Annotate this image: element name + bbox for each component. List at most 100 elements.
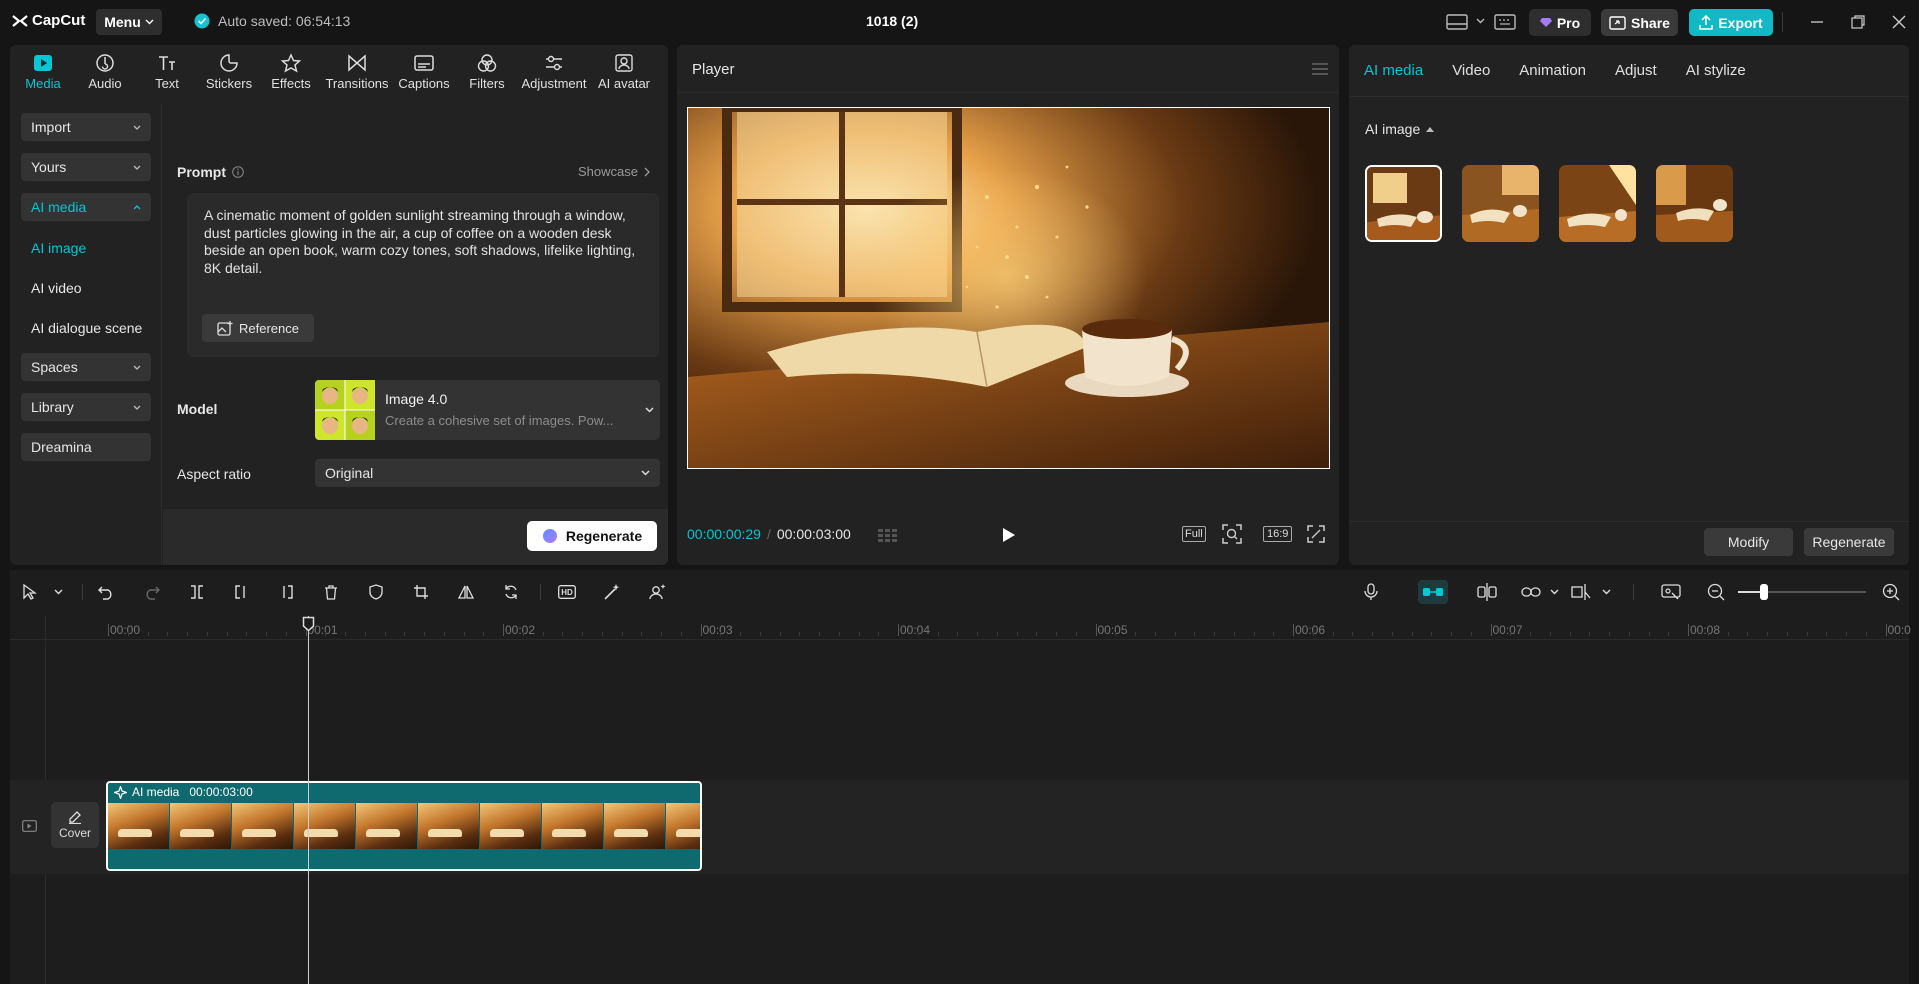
tab-media[interactable]: Media [12, 45, 74, 97]
preview-axis-icon[interactable] [1571, 582, 1591, 602]
regenerate-properties-button[interactable]: Regenerate [1804, 528, 1894, 556]
restore-icon[interactable] [1851, 15, 1865, 29]
sidebar-item-library[interactable]: Library [21, 393, 151, 421]
tab-ai-stylize[interactable]: AI stylize [1686, 62, 1746, 79]
modify-button[interactable]: Modify [1704, 528, 1793, 556]
tab-text[interactable]: Text [136, 45, 198, 97]
magic-wand-icon[interactable] [602, 582, 622, 602]
regenerate-button[interactable]: Regenerate [527, 521, 657, 551]
tab-transitions[interactable]: Transitions [322, 45, 392, 97]
caption-track-icon[interactable] [1661, 582, 1681, 602]
divider [82, 584, 83, 600]
track-visibility-icon[interactable] [22, 820, 37, 832]
ruler-minor-tick [661, 632, 662, 636]
shield-icon[interactable] [366, 582, 386, 602]
zoom-fit-icon[interactable] [1222, 524, 1242, 544]
result-thumbnail[interactable] [1462, 165, 1539, 242]
split-left-icon[interactable] [232, 582, 252, 602]
sidebar-item-yours[interactable]: Yours [21, 153, 151, 181]
chevron-down-icon[interactable] [1596, 582, 1616, 602]
result-thumbnail[interactable] [1656, 165, 1733, 242]
tab-audio[interactable]: Audio [74, 45, 136, 97]
select-tool-icon[interactable] [20, 582, 40, 602]
close-icon[interactable] [1892, 15, 1906, 29]
fullscreen-icon[interactable] [1307, 525, 1325, 543]
mirror-icon[interactable] [456, 582, 476, 602]
undo-icon[interactable] [96, 582, 116, 602]
aspect-ratio-select[interactable]: Original [315, 459, 660, 487]
filmstrip-frame-detail [118, 829, 152, 837]
result-thumbnail[interactable] [1559, 165, 1636, 242]
chevron-down-icon[interactable] [48, 582, 68, 602]
crop-icon[interactable] [411, 582, 431, 602]
sidebar-item-import[interactable]: Import [21, 113, 151, 141]
timeline-ruler[interactable]: 00:00 00:01 00:02 00:03 00:04 00:05 00:06 00:07… [10, 616, 1911, 640]
layout-dropdown-icon[interactable] [1476, 18, 1485, 24]
ruler-minor-tick [1016, 632, 1018, 636]
split-right-icon[interactable] [276, 582, 296, 602]
tab-video[interactable]: Video [1452, 62, 1490, 79]
timeline-clip[interactable]: AI media 00:00:03:00 [106, 781, 702, 871]
share-button[interactable]: Share [1601, 9, 1678, 36]
sidebar-item-ai-video[interactable]: AI video [31, 280, 82, 296]
delete-icon[interactable] [321, 582, 341, 602]
ruler-minor-tick [424, 632, 425, 636]
tab-stickers[interactable]: Stickers [198, 45, 260, 97]
ruler-minor-tick [858, 632, 860, 636]
keyboard-icon[interactable] [1494, 13, 1516, 31]
ai-image-section-toggle[interactable]: AI image [1365, 121, 1435, 137]
cover-button[interactable]: Cover [51, 802, 99, 848]
magnet-link-toggle[interactable] [1418, 580, 1448, 604]
chevron-down-icon[interactable] [1544, 582, 1564, 602]
tab-filters[interactable]: Filters [456, 45, 518, 97]
waveform-icon[interactable] [878, 527, 904, 543]
full-quality-button[interactable]: Full [1182, 526, 1206, 542]
playhead-handle[interactable] [302, 616, 315, 632]
zoom-out-icon[interactable] [1706, 582, 1726, 602]
zoom-slider-thumb[interactable] [1759, 584, 1768, 600]
playhead[interactable] [302, 616, 315, 984]
split-icon[interactable] [187, 582, 207, 602]
prompt-input[interactable]: A cinematic moment of golden sunlight st… [187, 193, 659, 357]
chain-link-icon[interactable] [1521, 582, 1541, 602]
sidebar-item-ai-image[interactable]: AI image [31, 240, 86, 256]
tab-ai-media[interactable]: AI media [1364, 62, 1423, 79]
reference-button[interactable]: Reference [202, 314, 314, 342]
pro-button[interactable]: Pro [1529, 9, 1591, 36]
zoom-in-icon[interactable] [1881, 582, 1901, 602]
tab-effects[interactable]: Effects [260, 45, 322, 97]
info-icon [232, 166, 244, 178]
ruler-minor-tick [187, 632, 188, 636]
export-button[interactable]: Export [1689, 9, 1773, 36]
tab-captions[interactable]: Captions [392, 45, 456, 97]
layout-icon[interactable] [1446, 13, 1468, 31]
redo-icon[interactable] [142, 582, 162, 602]
play-icon[interactable] [1002, 527, 1016, 543]
model-select[interactable]: Image 4.0 Create a cohesive set of image… [315, 380, 660, 440]
microphone-icon[interactable] [1361, 582, 1381, 602]
sidebar-item-spaces[interactable]: Spaces [21, 353, 151, 381]
ai-person-icon[interactable] [647, 582, 667, 602]
tab-adjustment[interactable]: Adjustment [518, 45, 590, 97]
hamburger-menu-icon[interactable] [1312, 63, 1328, 75]
model-description: Create a cohesive set of images. Pow... [385, 413, 614, 428]
tab-adjust[interactable]: Adjust [1615, 62, 1657, 79]
sidebar-item-dreamina[interactable]: Dreamina [21, 433, 151, 461]
hd-icon[interactable]: HD [557, 582, 577, 602]
zoom-slider[interactable] [1738, 584, 1866, 600]
sidebar-item-ai-media[interactable]: AI media [21, 193, 151, 221]
tab-animation[interactable]: Animation [1519, 62, 1586, 79]
snap-icon[interactable] [1477, 582, 1497, 602]
showcase-link[interactable]: Showcase [578, 164, 650, 179]
effects-icon [280, 53, 302, 73]
menu-button[interactable]: Menu [96, 9, 162, 35]
captions-icon [414, 55, 434, 71]
aspect-ratio-button[interactable]: 16:9 [1263, 526, 1293, 542]
prompt-text[interactable]: A cinematic moment of golden sunlight st… [204, 207, 644, 277]
minimize-icon[interactable] [1810, 16, 1824, 28]
result-thumbnail[interactable] [1365, 165, 1442, 242]
sidebar-item-ai-dialogue-scene[interactable]: AI dialogue scene [31, 320, 142, 336]
rotate-icon[interactable] [501, 582, 521, 602]
video-preview[interactable] [687, 107, 1330, 469]
tab-ai-avatar[interactable]: AI avatar [590, 45, 658, 97]
